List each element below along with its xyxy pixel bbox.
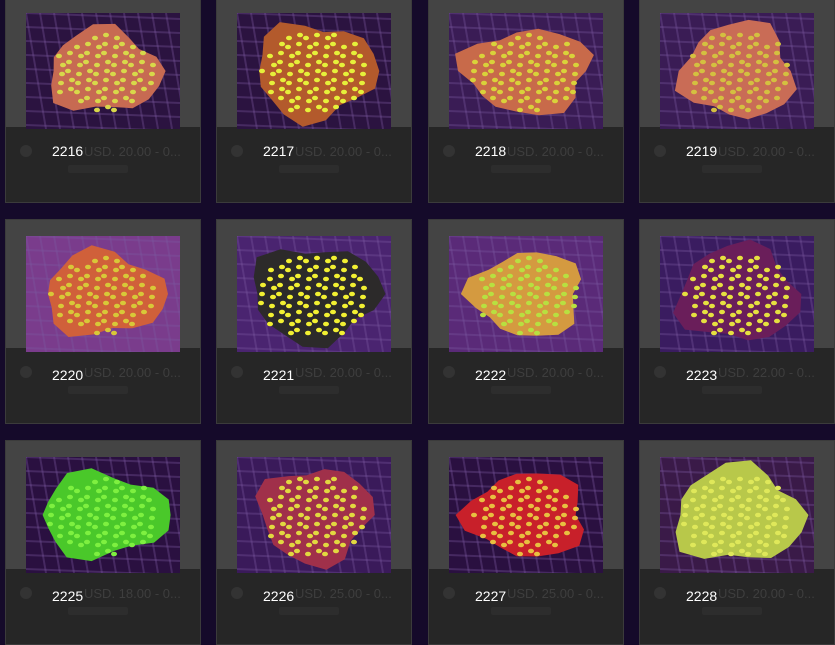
coral-photo-graphic [26, 236, 180, 352]
product-card[interactable]: USD. 20.00 - 0... 2217 [216, 0, 412, 203]
coral-photo-graphic [26, 457, 180, 573]
card-price-text: USD. 20.00 - 0... [295, 365, 392, 380]
card-price-text: USD. 25.00 - 0... [295, 586, 392, 601]
card-price: USD. 20.00 - 0... [231, 144, 406, 159]
card-subtext [702, 607, 762, 615]
coral-photo[interactable] [660, 13, 814, 129]
coral-photo-graphic [26, 13, 180, 129]
card-price-text: USD. 20.00 - 0... [84, 144, 181, 159]
product-card[interactable]: USD. 25.00 - 0... 2227 [428, 440, 624, 645]
product-card[interactable]: USD. 20.00 - 0... 2220 [5, 219, 201, 424]
card-label[interactable]: 2225 [52, 588, 83, 604]
coral-photo[interactable] [237, 457, 391, 573]
coral-photo-graphic [449, 13, 603, 129]
card-label[interactable]: 2221 [263, 367, 294, 383]
card-price-text: USD. 20.00 - 0... [507, 144, 604, 159]
coral-photo[interactable] [660, 236, 814, 352]
product-card[interactable]: USD. 20.00 - 0... 2222 [428, 219, 624, 424]
card-subtext [491, 607, 551, 615]
product-grid: USD. 20.00 - 0... 2216 USD. 20.00 - 0... 22… [0, 0, 835, 645]
product-card[interactable]: USD. 25.00 - 0... 2226 [216, 440, 412, 645]
coral-photo-graphic [237, 457, 391, 573]
card-price-text: USD. 20.00 - 0... [295, 144, 392, 159]
card-subtext [279, 386, 339, 394]
card-price-text: USD. 20.00 - 0... [84, 365, 181, 380]
product-card[interactable]: USD. 18.00 - 0... 2225 [5, 440, 201, 645]
product-card[interactable]: USD. 20.00 - 0... 2218 [428, 0, 624, 203]
cart-icon [654, 366, 666, 378]
card-price: USD. 20.00 - 0... [654, 144, 829, 159]
cart-icon [654, 587, 666, 599]
coral-photo-graphic [449, 236, 603, 352]
card-price: USD. 20.00 - 0... [443, 144, 618, 159]
card-subtext [279, 165, 339, 173]
card-price: USD. 22.00 - 0... [654, 365, 829, 380]
card-price: USD. 20.00 - 0... [654, 586, 829, 601]
cart-icon [443, 366, 455, 378]
card-label[interactable]: 2220 [52, 367, 83, 383]
product-card[interactable]: USD. 20.00 - 0... 2228 [639, 440, 835, 645]
card-label[interactable]: 2223 [686, 367, 717, 383]
card-label[interactable]: 2222 [475, 367, 506, 383]
coral-photo[interactable] [449, 457, 603, 573]
card-price: USD. 20.00 - 0... [443, 365, 618, 380]
coral-photo[interactable] [237, 236, 391, 352]
coral-photo[interactable] [660, 457, 814, 573]
cart-icon [443, 145, 455, 157]
cart-icon [231, 587, 243, 599]
coral-photo[interactable] [449, 13, 603, 129]
coral-photo-graphic [660, 236, 814, 352]
card-label[interactable]: 2218 [475, 143, 506, 159]
cart-icon [443, 587, 455, 599]
card-label[interactable]: 2217 [263, 143, 294, 159]
coral-photo[interactable] [237, 13, 391, 129]
product-card[interactable]: USD. 22.00 - 0... 2223 [639, 219, 835, 424]
coral-photo-graphic [660, 13, 814, 129]
card-subtext [68, 165, 128, 173]
card-price-text: USD. 18.00 - 0... [84, 586, 181, 601]
card-price-text: USD. 20.00 - 0... [507, 365, 604, 380]
coral-photo[interactable] [449, 236, 603, 352]
cart-icon [231, 145, 243, 157]
cart-icon [20, 366, 32, 378]
cart-icon [231, 366, 243, 378]
coral-photo[interactable] [26, 13, 180, 129]
card-label[interactable]: 2227 [475, 588, 506, 604]
card-price-text: USD. 22.00 - 0... [718, 365, 815, 380]
cart-icon [654, 145, 666, 157]
card-subtext [68, 386, 128, 394]
coral-photo[interactable] [26, 236, 180, 352]
product-card[interactable]: USD. 20.00 - 0... 2221 [216, 219, 412, 424]
card-label[interactable]: 2228 [686, 588, 717, 604]
card-price: USD. 25.00 - 0... [443, 586, 618, 601]
coral-photo-graphic [237, 13, 391, 129]
cart-icon [20, 587, 32, 599]
card-label[interactable]: 2216 [52, 143, 83, 159]
card-label[interactable]: 2226 [263, 588, 294, 604]
card-price: USD. 20.00 - 0... [20, 144, 195, 159]
product-card[interactable]: USD. 20.00 - 0... 2219 [639, 0, 835, 203]
card-subtext [702, 386, 762, 394]
card-price: USD. 20.00 - 0... [231, 365, 406, 380]
coral-photo-graphic [660, 457, 814, 573]
card-price: USD. 18.00 - 0... [20, 586, 195, 601]
card-subtext [68, 607, 128, 615]
coral-photo[interactable] [26, 457, 180, 573]
coral-photo-graphic [237, 236, 391, 352]
coral-photo-graphic [449, 457, 603, 573]
card-subtext [491, 386, 551, 394]
card-label[interactable]: 2219 [686, 143, 717, 159]
card-subtext [702, 165, 762, 173]
card-subtext [279, 607, 339, 615]
card-price-text: USD. 25.00 - 0... [507, 586, 604, 601]
card-subtext [491, 165, 551, 173]
card-price: USD. 25.00 - 0... [231, 586, 406, 601]
card-price-text: USD. 20.00 - 0... [718, 586, 815, 601]
card-price: USD. 20.00 - 0... [20, 365, 195, 380]
card-price-text: USD. 20.00 - 0... [718, 144, 815, 159]
cart-icon [20, 145, 32, 157]
product-card[interactable]: USD. 20.00 - 0... 2216 [5, 0, 201, 203]
